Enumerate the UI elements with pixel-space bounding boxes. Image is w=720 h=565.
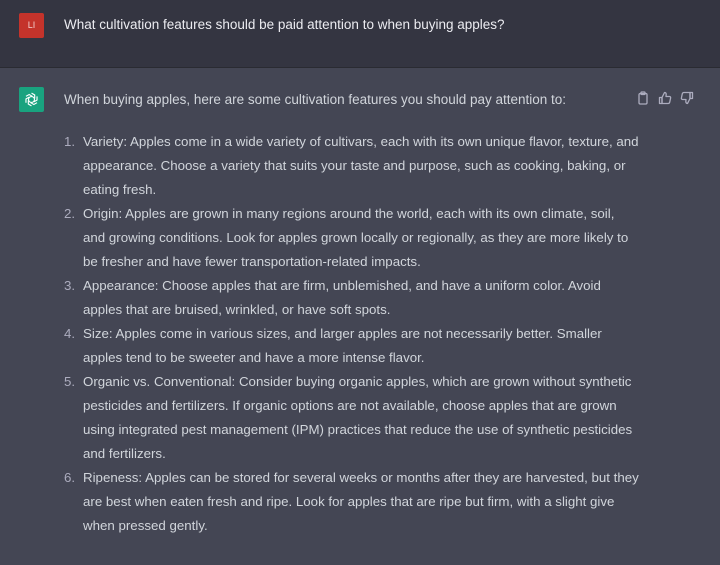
list-item: 4. Size: Apples come in various sizes, an… [64, 322, 639, 370]
list-item-number: 2. [64, 206, 76, 221]
openai-logo-icon [19, 87, 44, 112]
list-item-text: Origin: Apples are grown in many regions… [83, 206, 629, 269]
list-item-text: Organic vs. Conventional: Consider buyin… [83, 374, 633, 461]
list-item-number: 3. [64, 278, 76, 293]
list-item: 1. Variety: Apples come in a wide variety… [64, 130, 639, 202]
user-avatar: LI [19, 13, 44, 38]
assistant-message-row: When buying apples, here are some cultiv… [0, 68, 720, 565]
list-item-number: 5. [64, 374, 76, 389]
list-item: 2. Origin: Apples are grown in many regio… [64, 202, 639, 274]
list-item: 6. Ripeness: Apples can be stored for sev… [64, 466, 639, 538]
list-item-text: Appearance: Choose apples that are firm,… [83, 278, 601, 317]
list-item-number: 6. [64, 470, 76, 485]
list-item-number: 1. [64, 134, 76, 149]
list-item-text: Variety: Apples come in a wide variety o… [83, 134, 639, 197]
user-message: What cultivation features should be paid… [64, 17, 505, 32]
list-item-text: Ripeness: Apples can be stored for sever… [83, 470, 639, 533]
thumbs-up-icon[interactable] [658, 91, 672, 105]
list-item-number: 4. [64, 326, 76, 341]
message-actions [636, 90, 702, 106]
list-item: 3. Appearance: Choose apples that are fir… [64, 274, 639, 322]
recommendation-list: 1. Variety: Apples come in a wide variety… [64, 130, 639, 538]
clipboard-icon[interactable] [636, 91, 650, 105]
assistant-intro: When buying apples, here are some cultiv… [64, 92, 567, 107]
thumbs-down-icon[interactable] [680, 91, 694, 105]
user-message-row: LI What cultivation features should be p… [0, 0, 720, 68]
list-item-text: Size: Apples come in various sizes, and … [83, 326, 602, 365]
list-item: 5. Organic vs. Conventional: Consider buy… [64, 370, 639, 466]
